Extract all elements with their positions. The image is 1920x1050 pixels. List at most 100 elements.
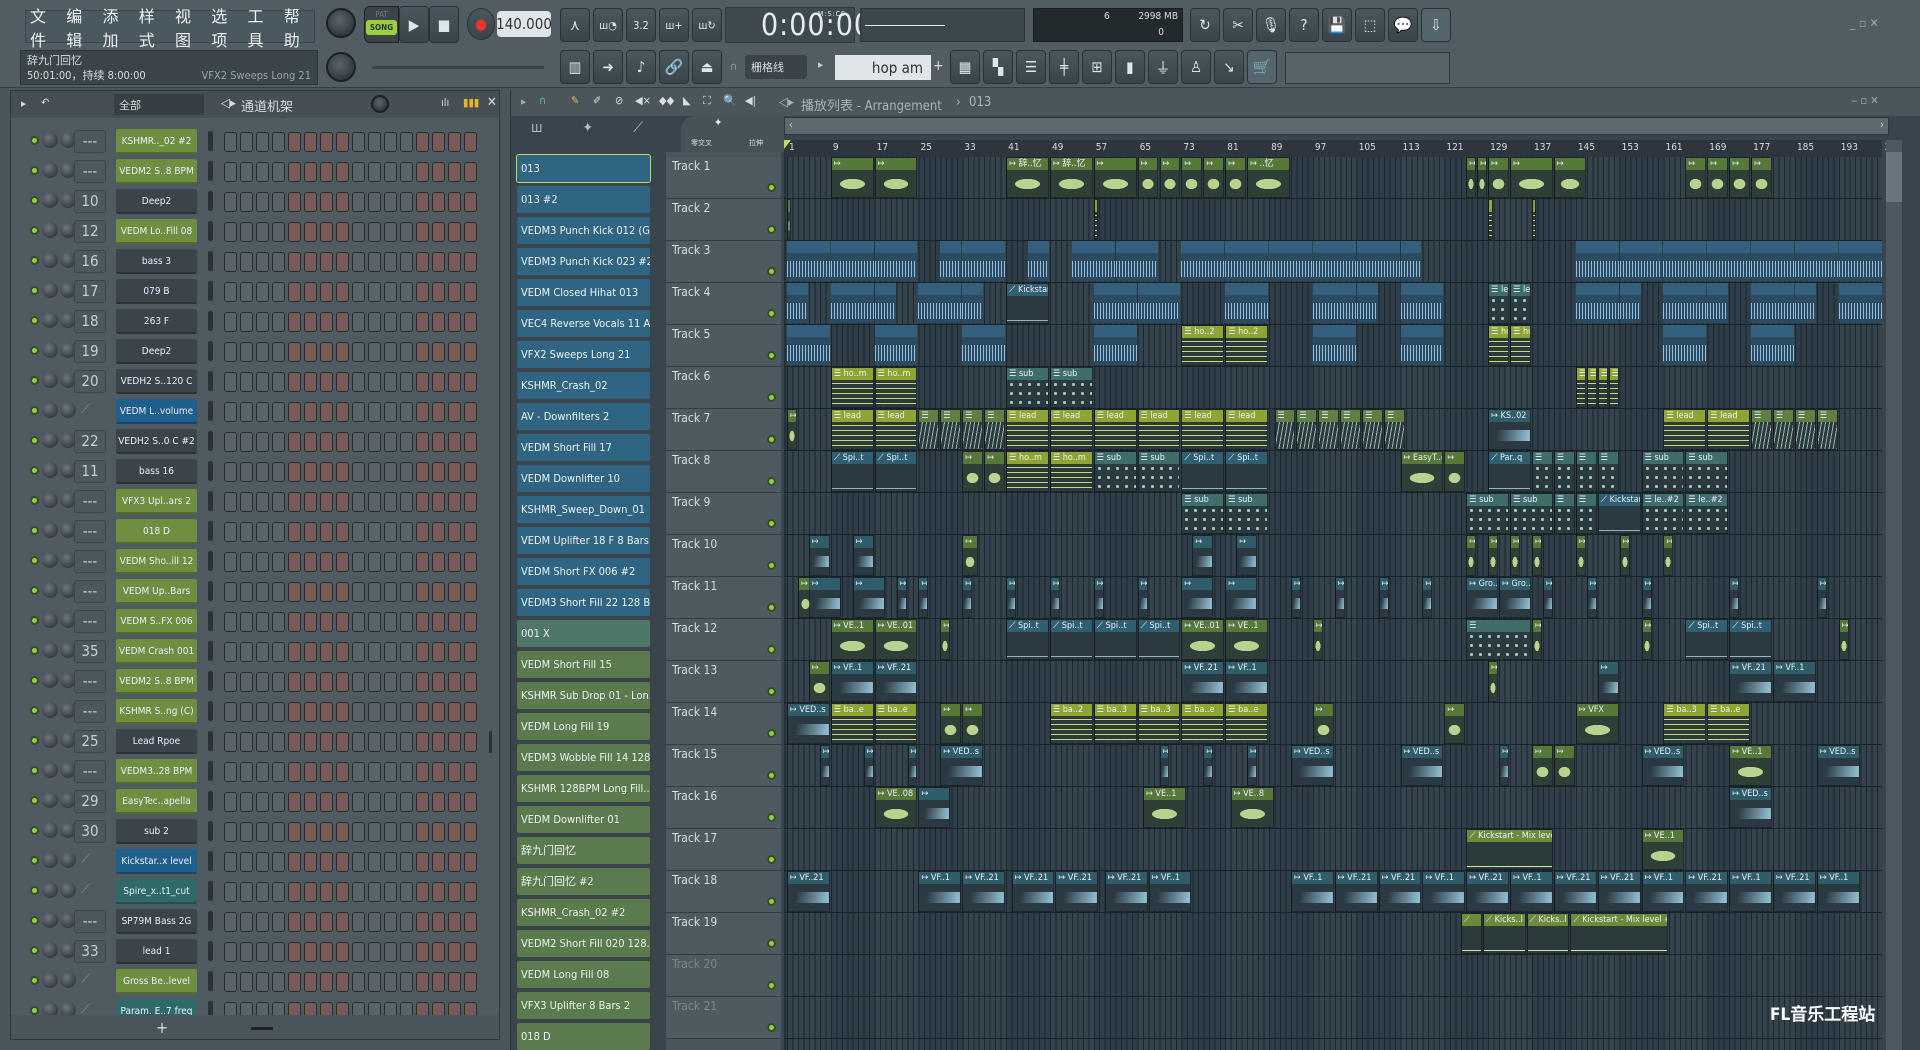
step-button[interactable] <box>384 612 397 632</box>
playlist-clip[interactable] <box>1225 241 1269 282</box>
track-header[interactable]: Track 9 <box>666 493 781 535</box>
playlist-clip[interactable]: ☰ ba..3 <box>1663 703 1707 744</box>
playlist-clip[interactable]: ☰ <box>1362 409 1384 450</box>
step-button[interactable] <box>384 402 397 422</box>
step-button[interactable] <box>448 792 461 812</box>
step-button[interactable] <box>224 432 237 452</box>
track-header[interactable]: Track 1 <box>666 157 781 199</box>
playlist-clip[interactable] <box>1838 241 1882 282</box>
track-header[interactable]: Track 18 <box>666 871 781 913</box>
track-header[interactable]: Track 16 <box>666 787 781 829</box>
step-button[interactable] <box>352 342 365 362</box>
step-button[interactable] <box>256 1002 269 1015</box>
close-icon[interactable]: ✕ <box>487 95 497 110</box>
track-lane[interactable] <box>784 661 1882 703</box>
step-button[interactable] <box>384 792 397 812</box>
step-button[interactable] <box>448 612 461 632</box>
playlist-clip[interactable]: ⟋ Kickstart - Mix level #2 <box>1570 913 1668 954</box>
playlist-clip[interactable]: ↦ VF..1 <box>1290 871 1334 912</box>
step-button[interactable] <box>400 282 413 302</box>
clip-browser-item[interactable]: VEDM Short Fill 15 <box>517 651 650 678</box>
channel-row[interactable]: ⟋ VEDM L..volume <box>11 396 491 426</box>
undo-icon[interactable]: ↶ <box>41 96 49 109</box>
step-button[interactable] <box>224 582 237 602</box>
step-button[interactable] <box>288 342 301 362</box>
step-button[interactable] <box>448 462 461 482</box>
step-button[interactable] <box>240 462 253 482</box>
countdown-icon[interactable]: 3.2 <box>626 8 656 42</box>
step-button[interactable] <box>288 792 301 812</box>
playlist-clip[interactable]: ↦ <box>1641 619 1652 660</box>
mute-led[interactable] <box>30 736 39 745</box>
channel-select-bar[interactable] <box>208 521 213 541</box>
step-button[interactable] <box>272 912 285 932</box>
step-button[interactable] <box>320 882 333 902</box>
step-button[interactable] <box>336 222 349 242</box>
mute-led[interactable] <box>30 526 39 535</box>
track-header[interactable]: Track 11 <box>666 577 781 619</box>
step-button[interactable] <box>448 1002 461 1015</box>
step-button[interactable] <box>352 612 365 632</box>
step-button[interactable] <box>352 192 365 212</box>
chat-icon[interactable]: 💬 <box>1388 8 1418 42</box>
playlist-clip[interactable] <box>1312 241 1356 282</box>
step-button[interactable] <box>288 282 301 302</box>
playlist-clip[interactable]: ↦ <box>1236 535 1258 576</box>
step-button[interactable] <box>224 672 237 692</box>
playlist-clip[interactable]: ↦ VF..1 <box>830 661 874 702</box>
clip-browser-item[interactable]: VEDM Long Fill 08 <box>517 961 650 988</box>
step-button[interactable] <box>432 282 445 302</box>
magnet-icon[interactable]: ∩ <box>539 94 546 107</box>
playlist-clip[interactable]: ↦ <box>1575 535 1586 576</box>
step-button[interactable] <box>224 192 237 212</box>
mixer-track-number[interactable]: --- <box>74 910 106 933</box>
step-button[interactable] <box>416 432 429 452</box>
playlist-clip[interactable]: ↦ <box>907 745 918 786</box>
channel-select-bar[interactable] <box>208 221 213 241</box>
step-button[interactable] <box>256 912 269 932</box>
step-button[interactable] <box>224 252 237 272</box>
step-button[interactable] <box>464 552 477 572</box>
step-button[interactable] <box>272 762 285 782</box>
playlist-clip[interactable]: ↦ VF..1 <box>1773 661 1816 702</box>
step-button[interactable] <box>224 852 237 872</box>
step-button[interactable] <box>336 612 349 632</box>
step-button[interactable] <box>400 1002 413 1015</box>
step-button[interactable] <box>272 642 285 662</box>
playlist-clip[interactable]: ↦ VF..21 <box>1055 871 1099 912</box>
step-button[interactable] <box>432 432 445 452</box>
step-button[interactable] <box>288 672 301 692</box>
pan-knob[interactable] <box>42 702 58 718</box>
step-button[interactable] <box>432 1002 445 1015</box>
step-button[interactable] <box>368 942 381 962</box>
step-button[interactable] <box>416 522 429 542</box>
step-button[interactable] <box>272 372 285 392</box>
playlist-clip[interactable]: ↦ VED..s <box>1290 745 1334 786</box>
step-button[interactable] <box>464 462 477 482</box>
playlist-clip[interactable]: ↦ VF..21 <box>1334 871 1378 912</box>
step-button[interactable] <box>224 642 237 662</box>
mixer-track-number[interactable]: 30 <box>74 820 106 843</box>
playlist-clip[interactable]: ↦ <box>1334 577 1345 618</box>
step-button[interactable] <box>400 762 413 782</box>
playlist-clip[interactable]: ⟋ Spi..t <box>1049 619 1093 660</box>
playlist-clip[interactable]: ↦ VF..1 <box>1225 661 1269 702</box>
step-button[interactable] <box>400 402 413 422</box>
step-button[interactable] <box>224 792 237 812</box>
clip-browser-item[interactable]: KSHMR Sub Drop 01 - Lon.. <box>517 682 650 709</box>
step-button[interactable] <box>256 552 269 572</box>
mixer-track-number[interactable]: 33 <box>74 940 106 963</box>
step-button[interactable] <box>224 972 237 992</box>
step-button[interactable] <box>432 582 445 602</box>
step-button[interactable] <box>384 432 397 452</box>
step-button[interactable] <box>304 852 317 872</box>
playlist-clip[interactable]: ☰ sub <box>1685 451 1729 492</box>
step-button[interactable] <box>240 762 253 782</box>
playlist-clip[interactable] <box>1312 325 1356 366</box>
pan-knob[interactable] <box>42 732 58 748</box>
step-button[interactable] <box>400 192 413 212</box>
step-button[interactable] <box>336 372 349 392</box>
playlist-clip[interactable]: ↦ <box>1488 157 1510 198</box>
playlist-clip[interactable]: ↦ <box>787 409 797 450</box>
step-button[interactable] <box>224 552 237 572</box>
